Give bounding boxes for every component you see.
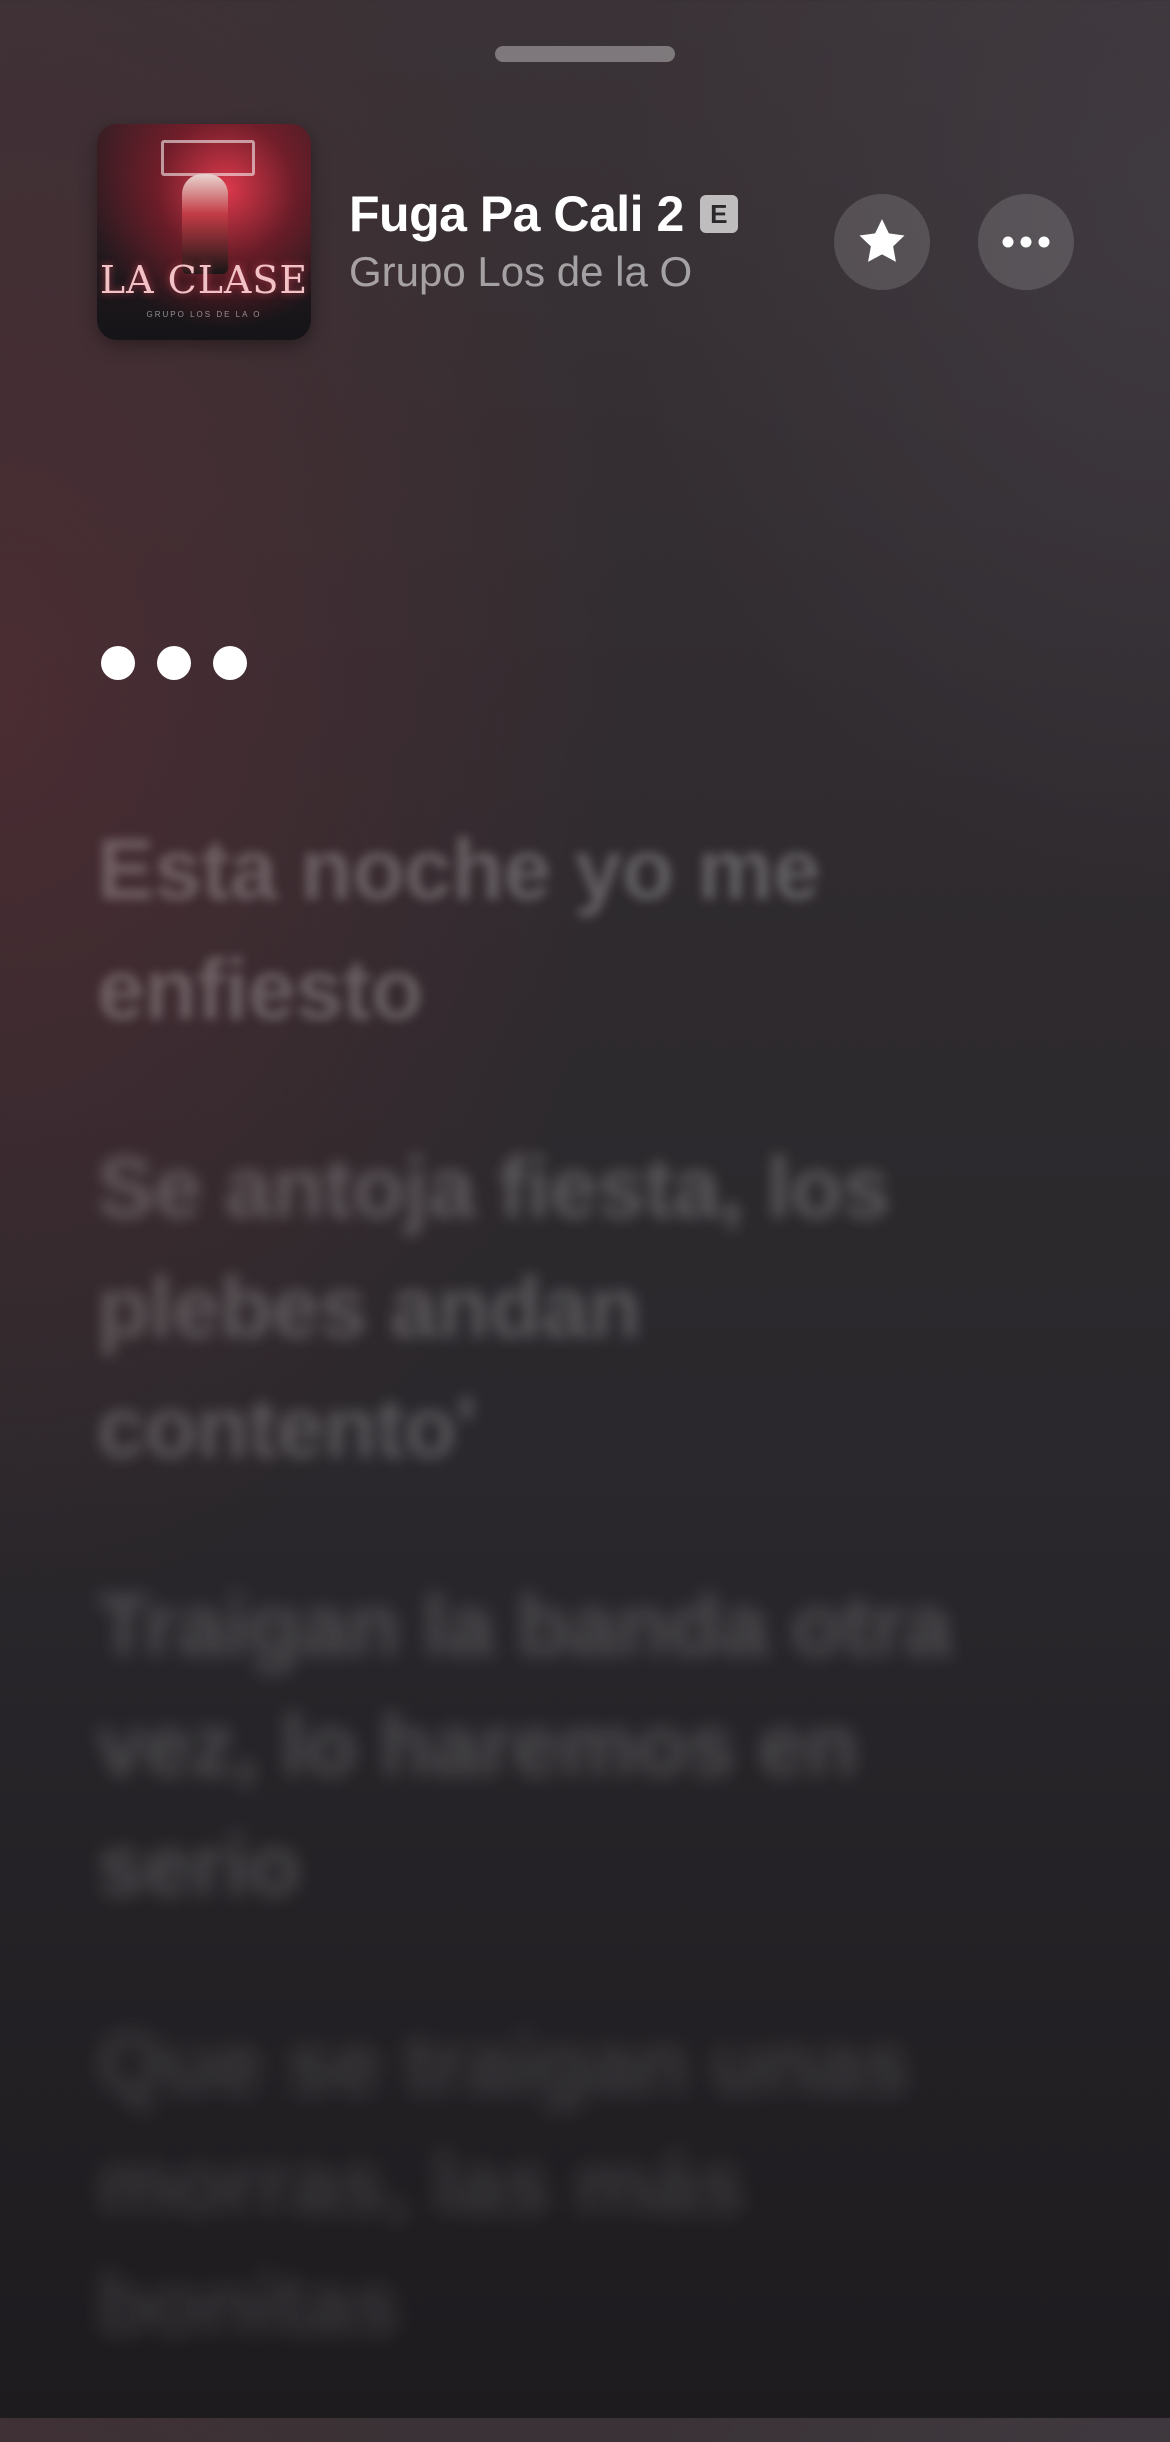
lyric-line[interactable]: Se antoja fiesta, los plebes andan conte… [97,1128,1037,1488]
star-icon [859,219,905,262]
sheet-grabber-handle[interactable] [495,46,675,62]
lyrics-list: Esta noche yo me enfiesto Se antoja fies… [97,810,1037,2442]
lyric-line[interactable]: Que se traigan unas morras, las más boni… [97,2004,1037,2364]
song-title-row: Fuga Pa Cali 2 E [349,186,738,242]
album-artwork[interactable]: LA CLASE GRUPO LOS DE LA O [97,124,311,340]
lyric-line[interactable]: Traigan la banda otra vez, lo haremos en… [97,1566,1037,1926]
artist-name[interactable]: Grupo Los de la O [349,248,692,296]
artwork-window-shape [161,140,255,176]
artwork-title-text: LA CLASE [99,258,309,302]
loading-dot [101,646,135,680]
explicit-badge: E [699,195,738,233]
song-title: Fuga Pa Cali 2 [349,186,684,242]
ellipsis-icon [1002,236,1050,248]
lyrics-loading-indicator [101,646,247,680]
lyric-line[interactable]: Esta noche yo me enfiesto [97,810,1037,1050]
favorite-button[interactable] [834,194,930,290]
loading-dot [157,646,191,680]
artwork-subtitle-text: GRUPO LOS DE LA O [146,310,262,319]
more-options-button[interactable] [978,194,1074,290]
loading-dot [213,646,247,680]
now-playing-header: LA CLASE GRUPO LOS DE LA O Fuga Pa Cali … [97,124,1077,340]
